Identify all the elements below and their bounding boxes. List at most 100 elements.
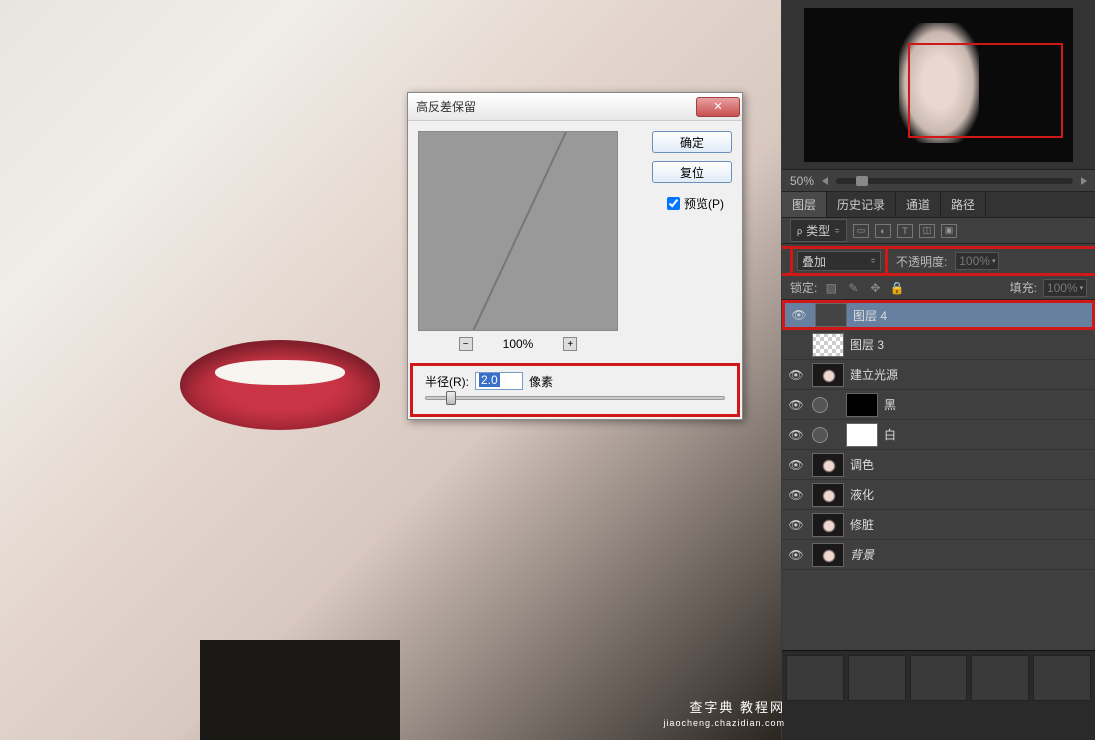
layer-thumbnail[interactable]: [812, 453, 844, 477]
layer-thumbnail[interactable]: [812, 333, 844, 357]
blend-mode-row: 叠加≑ 不透明度: 100%▾: [782, 246, 1095, 276]
radius-unit: 像素: [529, 373, 553, 390]
reset-button[interactable]: 复位: [652, 161, 732, 183]
fx-indicator-icon[interactable]: [812, 427, 828, 443]
layer-row[interactable]: 👁 调色: [782, 450, 1095, 480]
zoom-in-icon[interactable]: [1081, 177, 1087, 185]
zoom-slider-thumb[interactable]: [856, 176, 868, 186]
layer-name[interactable]: 修脏: [850, 516, 1091, 533]
layer-thumbnail[interactable]: [846, 423, 878, 447]
thumb-slot[interactable]: [1033, 655, 1091, 701]
layer-thumbnail[interactable]: [815, 303, 847, 327]
blend-mode-select[interactable]: 叠加≑: [797, 251, 881, 271]
layer-thumbnail[interactable]: [812, 513, 844, 537]
opacity-input[interactable]: 100%▾: [955, 252, 999, 270]
zoom-out-icon[interactable]: [822, 177, 828, 185]
thumb-slot[interactable]: [971, 655, 1029, 701]
radius-label: 半径(R):: [425, 373, 469, 390]
layer-row[interactable]: 👁 建立光源: [782, 360, 1095, 390]
preview-checkbox-row[interactable]: 预览(P): [667, 195, 724, 212]
zoom-percent: 100%: [503, 337, 534, 351]
lock-position-icon[interactable]: ✥: [867, 281, 883, 295]
filter-type-select[interactable]: ρ 类型 ≑: [790, 219, 847, 242]
layer-name[interactable]: 调色: [850, 456, 1091, 473]
navigator-viewport[interactable]: [908, 43, 1063, 138]
dialog-title: 高反差保留: [416, 98, 696, 115]
layer-row[interactable]: 图层 3: [782, 330, 1095, 360]
layer-name[interactable]: 白: [884, 426, 1091, 443]
filter-shape-icon[interactable]: ◫: [919, 224, 935, 238]
lock-label: 锁定:: [790, 279, 817, 296]
navigator-zoom-bar: 50%: [782, 170, 1095, 192]
tab-layers[interactable]: 图层: [782, 192, 827, 217]
zoom-slider[interactable]: [836, 178, 1073, 184]
layer-name[interactable]: 建立光源: [850, 366, 1091, 383]
visibility-eye-icon[interactable]: 👁: [786, 365, 806, 385]
radius-section: 半径(R): 2.0 像素: [410, 363, 740, 417]
lock-all-icon[interactable]: 🔒: [889, 281, 905, 295]
filter-adjust-icon[interactable]: ◐: [875, 224, 891, 238]
visibility-eye-icon[interactable]: 👁: [786, 395, 806, 415]
layer-name[interactable]: 图层 3: [850, 336, 1091, 353]
fx-indicator-icon[interactable]: [812, 397, 828, 413]
lock-transparent-icon[interactable]: ▨: [823, 281, 839, 295]
zoom-in-button[interactable]: +: [563, 337, 577, 351]
filter-pixel-icon[interactable]: ▭: [853, 224, 869, 238]
watermark: 查字典 教程网 jiaocheng.chazidian.com: [663, 699, 785, 730]
visibility-eye-icon[interactable]: 👁: [786, 425, 806, 445]
lock-paint-icon[interactable]: ✎: [845, 281, 861, 295]
layer-row[interactable]: 👁白: [782, 420, 1095, 450]
thumb-slot[interactable]: [848, 655, 906, 701]
visibility-eye-icon[interactable]: 👁: [786, 545, 806, 565]
radius-input[interactable]: 2.0: [475, 372, 523, 390]
ok-button[interactable]: 确定: [652, 131, 732, 153]
bottom-thumbnail-strip: [782, 650, 1095, 740]
image-shadow: [200, 640, 400, 740]
thumb-slot[interactable]: [910, 655, 968, 701]
panel-tabs: 图层 历史记录 通道 路径: [782, 192, 1095, 218]
navigator-preview[interactable]: [804, 8, 1073, 162]
layer-row[interactable]: 👁黑: [782, 390, 1095, 420]
watermark-title: 查字典 教程网: [663, 699, 785, 717]
filter-type-icon[interactable]: T: [897, 224, 913, 238]
thumb-slot[interactable]: [786, 655, 844, 701]
layer-name[interactable]: 图层 4: [853, 307, 1088, 324]
radius-slider-thumb[interactable]: [446, 391, 456, 405]
zoom-out-button[interactable]: −: [459, 337, 473, 351]
opacity-label: 不透明度:: [896, 253, 947, 270]
lock-row: 锁定: ▨ ✎ ✥ 🔒 填充: 100%▾: [782, 276, 1095, 300]
fill-input[interactable]: 100%▾: [1043, 279, 1087, 297]
tab-paths[interactable]: 路径: [941, 192, 986, 217]
filter-preview[interactable]: [418, 131, 618, 331]
close-icon[interactable]: ✕: [696, 97, 740, 117]
layer-row[interactable]: 👁 图层 4: [782, 300, 1095, 330]
dialog-titlebar[interactable]: 高反差保留 ✕: [408, 93, 742, 121]
visibility-eye-icon[interactable]: 👁: [789, 305, 809, 325]
high-pass-dialog: 高反差保留 ✕ − 100% + 确定 复位 预览(P) 半径(R): 2.0: [407, 92, 743, 420]
image-lips: [180, 340, 380, 430]
layer-thumbnail[interactable]: [812, 363, 844, 387]
layer-thumbnail[interactable]: [812, 543, 844, 567]
layer-thumbnail[interactable]: [812, 483, 844, 507]
filter-smart-icon[interactable]: ▣: [941, 224, 957, 238]
layers-list: 👁图层 4图层 3👁建立光源👁黑👁白👁调色👁液化👁修脏👁背景: [782, 300, 1095, 650]
preview-content: [450, 131, 570, 331]
zoom-value: 50%: [790, 174, 814, 188]
radius-slider[interactable]: [425, 396, 725, 400]
layer-name[interactable]: 黑: [884, 396, 1091, 413]
preview-checkbox[interactable]: [667, 197, 680, 210]
layer-row[interactable]: 👁 背景: [782, 540, 1095, 570]
visibility-eye-icon[interactable]: 👁: [786, 455, 806, 475]
fill-label: 填充:: [1010, 279, 1037, 296]
visibility-eye-icon[interactable]: 👁: [786, 515, 806, 535]
visibility-eye-icon[interactable]: [786, 335, 806, 355]
layer-row[interactable]: 👁 液化: [782, 480, 1095, 510]
layer-name[interactable]: 背景: [850, 546, 1091, 563]
tab-channels[interactable]: 通道: [896, 192, 941, 217]
layer-thumbnail[interactable]: [846, 393, 878, 417]
preview-label: 预览(P): [684, 195, 724, 212]
layer-name[interactable]: 液化: [850, 486, 1091, 503]
tab-history[interactable]: 历史记录: [827, 192, 896, 217]
visibility-eye-icon[interactable]: 👁: [786, 485, 806, 505]
layer-row[interactable]: 👁 修脏: [782, 510, 1095, 540]
